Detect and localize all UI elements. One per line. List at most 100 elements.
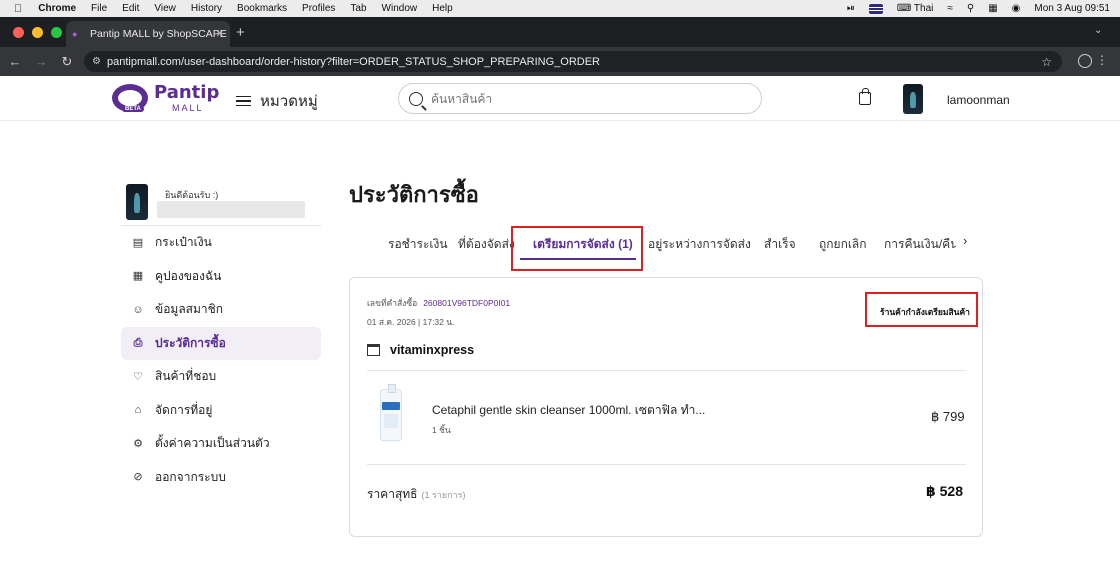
menu-profiles[interactable]: Profiles	[302, 3, 335, 14]
divider	[367, 464, 966, 465]
sidebar-item-order-history[interactable]: ⎙ ประวัติการซื้อ	[121, 326, 321, 360]
product-price: ฿ 799	[931, 409, 965, 424]
tab-refund-return[interactable]: การคืนเงิน/คืนสิ	[884, 235, 956, 254]
wallet-icon: ▤	[132, 236, 144, 249]
order-number-value[interactable]: 260801V96TDF0P0I01	[423, 298, 510, 308]
sidebar-item-label: ตั้งค่าความเป็นส่วนตัว	[155, 436, 270, 451]
zoom-window-button[interactable]	[51, 26, 62, 38]
url-text[interactable]: pantipmall.com/user-dashboard/order-hist…	[107, 56, 600, 68]
chevron-right-icon[interactable]: ›	[963, 233, 967, 248]
categories-label: หมวดหมู่	[260, 93, 318, 110]
menu-icon	[236, 95, 251, 107]
tab-search-icon[interactable]: ⌄	[1094, 25, 1110, 39]
profile-icon[interactable]	[1078, 54, 1092, 68]
favicon-icon: ●	[72, 29, 78, 39]
play-icon[interactable]: ⏯	[847, 3, 855, 14]
back-icon[interactable]: ←	[6, 54, 24, 69]
username[interactable]: lamoonman	[947, 93, 1010, 107]
user-name-placeholder	[157, 201, 305, 218]
menu-edit[interactable]: Edit	[122, 3, 139, 14]
sidebar-item-wallet[interactable]: ▤ กระเป๋าเงิน	[121, 226, 321, 260]
browser-tab[interactable]: ● Pantip MALL by ShopSCAPE ✕	[66, 21, 230, 47]
highlight-box-tab	[511, 226, 643, 271]
siri-icon[interactable]: ◉	[1012, 3, 1021, 14]
user-icon: ☺	[132, 303, 144, 316]
menu-view[interactable]: View	[154, 3, 176, 14]
flag-icon[interactable]	[868, 3, 883, 14]
reload-icon[interactable]: ↻	[58, 54, 76, 70]
minimize-window-button[interactable]	[32, 26, 43, 38]
order-status-tabs: รอชำระเงิน ที่ต้องจัดส่ง เตรียมการจัดส่ง…	[370, 228, 980, 268]
site-info-icon[interactable]: ⚙	[92, 56, 101, 67]
new-tab-button[interactable]: +	[236, 24, 245, 41]
sidebar-item-label: ประวัติการซื้อ	[155, 335, 226, 350]
account-sidebar: ยินดีต้อนรับ :) ▤ กระเป๋าเงิน ▦ คูปองของ…	[121, 182, 321, 494]
apple-menu-icon[interactable]: 	[14, 3, 22, 15]
search-icon	[409, 91, 423, 106]
tab-awaiting-payment[interactable]: รอชำระเงิน	[388, 235, 448, 254]
sidebar-item-privacy[interactable]: ⚙ ตั้งค่าความเป็นส่วนตัว	[121, 427, 321, 461]
sidebar-avatar	[126, 184, 148, 220]
os-menubar:  Chrome File Edit View History Bookmark…	[0, 0, 1120, 17]
net-total-label: ราคาสุทธิ (1 รายการ)	[367, 485, 466, 504]
address-bar[interactable]: ⚙ pantipmall.com/user-dashboard/order-hi…	[84, 51, 1062, 72]
menu-window[interactable]: Window	[382, 3, 418, 14]
product-quantity: 1 ชิ้น	[432, 425, 451, 435]
cart-icon[interactable]	[859, 88, 871, 105]
forward-icon[interactable]: →	[32, 54, 50, 69]
tab-completed[interactable]: สำเร็จ	[764, 235, 796, 254]
profile-block: ยินดีต้อนรับ :)	[121, 182, 321, 226]
browser-toolbar: ← → ↻ ⚙ pantipmall.com/user-dashboard/or…	[0, 47, 1120, 76]
beta-badge: BETA	[122, 106, 144, 112]
tab-in-transit[interactable]: อยู่ระหว่างการจัดส่ง	[648, 235, 751, 254]
tab-cancelled[interactable]: ถูกยกเลิก	[819, 235, 867, 254]
sidebar-item-label: ข้อมูลสมาชิก	[155, 302, 224, 317]
bottle-icon	[380, 384, 402, 441]
categories-button[interactable]: หมวดหมู่	[236, 89, 318, 113]
bookmark-star-icon[interactable]: ☆	[1041, 55, 1052, 69]
logout-icon: ⊘	[133, 471, 143, 484]
user-avatar[interactable]	[903, 84, 923, 114]
home-icon: ⌂	[134, 404, 142, 417]
shop-name: vitaminxpress	[390, 343, 475, 357]
sidebar-item-label: สินค้าที่ชอบ	[155, 369, 217, 384]
sidebar-item-favorites[interactable]: ♡ สินค้าที่ชอบ	[121, 360, 321, 394]
menu-tab[interactable]: Tab	[350, 3, 366, 14]
wifi-icon[interactable]: ≈	[947, 3, 953, 14]
product-name[interactable]: Cetaphil gentle skin cleanser 1000ml. เซ…	[432, 401, 705, 420]
sidebar-item-logout[interactable]: ⊘ ออกจากระบบ	[121, 461, 321, 495]
tab-to-ship[interactable]: ที่ต้องจัดส่ง	[458, 235, 515, 254]
item-count: (1 รายการ)	[421, 490, 466, 500]
menu-bookmarks[interactable]: Bookmarks	[237, 3, 287, 14]
menu-file[interactable]: File	[91, 3, 107, 14]
shop-header[interactable]: vitaminxpress	[367, 343, 474, 357]
highlight-box-status	[865, 292, 978, 327]
sidebar-item-coupons[interactable]: ▦ คูปองของฉัน	[121, 260, 321, 294]
heart-icon: ♡	[133, 370, 143, 383]
more-menu-icon[interactable]: ⋮	[1096, 53, 1108, 67]
search-box[interactable]	[398, 83, 762, 114]
search-input[interactable]	[431, 91, 731, 106]
sidebar-item-addresses[interactable]: ⌂ จัดการที่อยู่	[121, 394, 321, 428]
close-tab-icon[interactable]: ✕	[216, 29, 224, 40]
store-icon	[367, 344, 380, 356]
menu-history[interactable]: History	[191, 3, 222, 14]
menu-help[interactable]: Help	[432, 3, 453, 14]
coupon-icon: ▦	[132, 270, 144, 283]
product-image[interactable]	[368, 384, 412, 449]
close-window-button[interactable]	[13, 26, 24, 38]
control-center-icon[interactable]: ▦	[988, 3, 997, 14]
browser-tabbar: ● Pantip MALL by ShopSCAPE ✕ + ⌄	[0, 17, 1120, 47]
app-menu[interactable]: Chrome	[38, 3, 76, 14]
settings-icon: ⚙	[133, 437, 143, 450]
site-logo[interactable]: BETA Pantip MALL	[112, 82, 222, 116]
order-number-label: เลขที่คำสั่งซื้อ	[367, 298, 418, 308]
sidebar-item-profile[interactable]: ☺ ข้อมูลสมาชิก	[121, 293, 321, 327]
sidebar-menu: ▤ กระเป๋าเงิน ▦ คูปองของฉัน ☺ ข้อมูลสมาช…	[121, 226, 321, 494]
clock[interactable]: Mon 3 Aug 09:51	[1034, 3, 1110, 14]
input-source[interactable]: ⌨ Thai	[897, 3, 934, 14]
sidebar-item-label: กระเป๋าเงิน	[155, 235, 212, 250]
spotlight-icon[interactable]: ⚲	[967, 3, 974, 14]
page-title: ประวัติการซื้อ	[349, 182, 479, 207]
logo-subtext: MALL	[172, 103, 204, 113]
